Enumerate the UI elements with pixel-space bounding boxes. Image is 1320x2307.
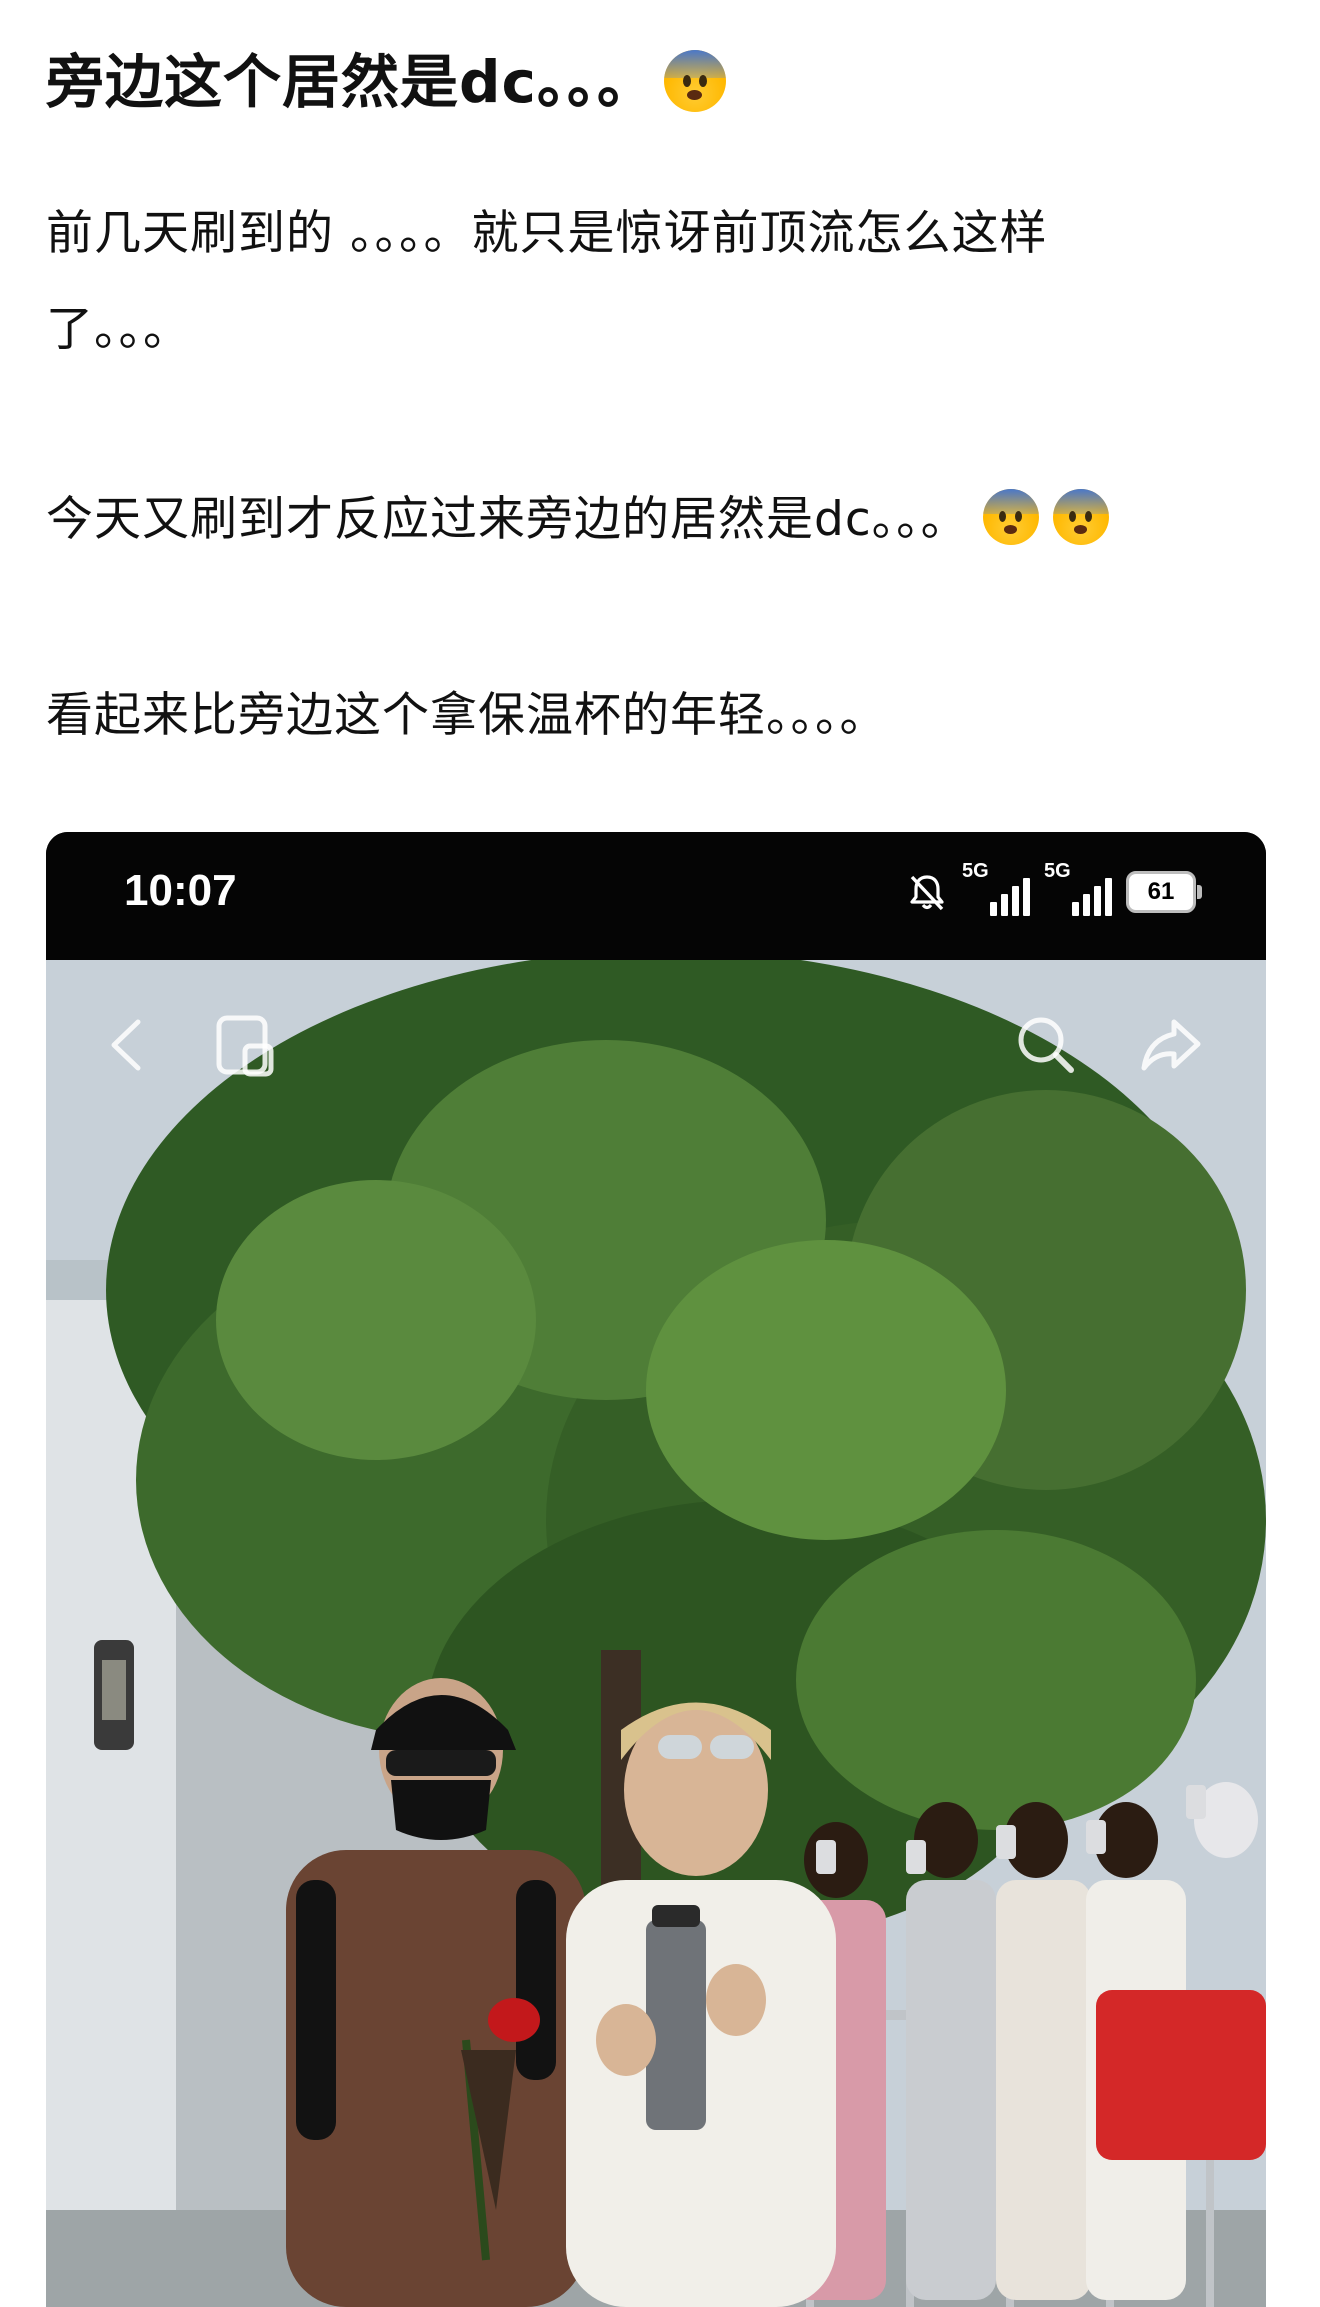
signal-label-1: 5G [962,860,989,882]
anxious-face-with-sweat-icon [1052,489,1109,545]
post-paragraph-3: 看起来比旁边这个拿保温杯的年轻。。。。 [46,688,888,743]
signal-5g-1: 5G [962,860,1030,920]
signal-label-2: 5G [1044,860,1071,882]
post-paragraph-2: 今天又刷到才反应过来旁边的居然是dc。。。 [46,472,1109,568]
status-time: 10:07 [124,866,237,915]
post-paragraph-1-continued: 了。。。 [46,302,191,357]
signal-5g-2: 5G [1044,860,1112,920]
search-icon[interactable] [1011,1010,1081,1080]
post-page: 旁边这个居然是dc。。。 前几天刷到的 。。。。就只是惊讶前顶流怎么这样 了。。… [0,0,1320,2307]
embedded-screenshot[interactable]: 10:07 5G 5G 61 [46,832,1266,2307]
post-title: 旁边这个居然是dc。。。 [46,42,726,122]
anxious-face-with-sweat-icon [663,50,726,112]
status-icons: 5G 5G 61 [906,860,1202,922]
picture-in-picture-icon[interactable] [211,1010,281,1080]
post-paragraph-2-text: 今天又刷到才反应过来旁边的居然是dc。。。 [46,492,969,547]
bell-muted-icon [906,871,948,913]
phone-status-bar: 10:07 5G 5G 61 [46,832,1266,960]
street-photo [46,960,1266,2307]
post-paragraph-1: 前几天刷到的 。。。。就只是惊讶前顶流怎么这样 [46,206,1048,261]
battery-indicator: 61 [1126,871,1202,913]
share-icon[interactable] [1136,1010,1206,1080]
post-title-text: 旁边这个居然是dc。。。 [46,48,656,116]
anxious-face-with-sweat-icon [982,489,1039,545]
back-icon[interactable] [94,1010,164,1080]
